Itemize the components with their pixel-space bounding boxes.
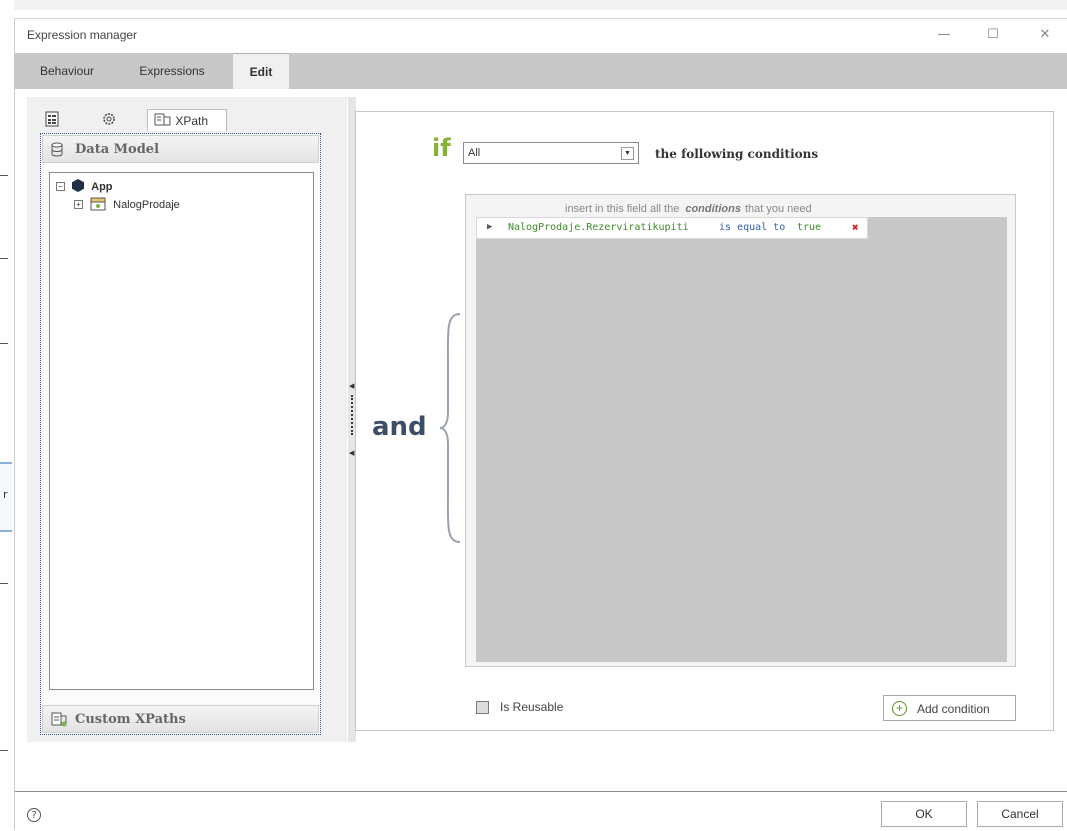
entity-icon: [90, 197, 106, 214]
data-model-frame: Data Model − App + NalogProdaje Custom X…: [40, 133, 321, 735]
splitter-arrow-icon: ◀: [349, 449, 355, 457]
and-label: and: [372, 412, 427, 442]
conditions-panel: if All ▼ the following conditions and in…: [355, 111, 1054, 731]
tree-item-nalogprodaje[interactable]: + NalogProdaje: [74, 197, 180, 214]
chevron-down-icon[interactable]: ▼: [621, 147, 634, 160]
background-app-edge: r: [0, 0, 14, 830]
minimize-button[interactable]: —: [932, 25, 956, 45]
database-icon: [51, 142, 63, 161]
xpath-tab-label: XPath: [175, 114, 209, 128]
condition-operator[interactable]: is equal to: [719, 222, 785, 233]
background-tick: [0, 750, 8, 751]
match-mode-value: All: [468, 147, 481, 159]
xpath-icon: [51, 712, 67, 731]
match-mode-select[interactable]: All ▼: [463, 142, 639, 164]
splitter-arrow-icon: ◀: [349, 382, 355, 390]
data-model-title: Data Model: [75, 142, 160, 157]
if-label: if: [432, 134, 451, 162]
add-condition-button[interactable]: + Add condition: [883, 695, 1016, 721]
conditions-drop-area[interactable]: ▶ NalogProdaje.Rezerviratikupiti is equa…: [476, 217, 1007, 662]
condition-value[interactable]: true: [797, 222, 821, 233]
data-model-panel: XPath Data Model − App + NalogProdaje Cu…: [27, 97, 356, 742]
tree-item-label: NalogProdaje: [113, 199, 180, 211]
background-tick: [0, 175, 8, 176]
dialog-footer: ? OK Cancel: [15, 791, 1067, 831]
reusable-label: Is Reusable: [500, 700, 564, 714]
conditions-box: insert in this field all the conditions th…: [465, 194, 1016, 667]
background-tick: [0, 258, 8, 259]
settings-gear-icon[interactable]: [101, 111, 117, 133]
close-button[interactable]: ✕: [1033, 25, 1057, 45]
tab-behaviour[interactable]: Behaviour: [27, 53, 107, 89]
play-icon[interactable]: ▶: [487, 222, 492, 232]
hint-suffix: that you need: [744, 203, 812, 215]
data-model-header[interactable]: Data Model: [42, 135, 319, 163]
background-edge-text: r: [3, 488, 8, 501]
brace-icon: [439, 313, 461, 543]
reusable-checkbox[interactable]: [476, 701, 489, 714]
hint-prefix: insert in this field all the: [565, 203, 680, 215]
following-conditions-label: the following conditions: [655, 147, 819, 161]
background-tick: [0, 343, 8, 344]
data-model-tree[interactable]: − App + NalogProdaje: [49, 172, 314, 690]
cancel-button[interactable]: Cancel: [977, 801, 1063, 827]
conditions-hint: insert in this field all the conditions th…: [565, 203, 812, 215]
add-icon: +: [892, 701, 907, 716]
title-bar: Expression manager — ☐ ✕: [15, 19, 1067, 53]
add-condition-label: Add condition: [917, 702, 990, 716]
tree-item-app[interactable]: − App: [56, 179, 113, 195]
expression-manager-dialog: Expression manager — ☐ ✕ Behaviour Expre…: [14, 18, 1067, 831]
condition-field[interactable]: NalogProdaje.Rezerviratikupiti: [508, 222, 689, 233]
collapse-icon[interactable]: −: [56, 182, 65, 191]
expand-icon[interactable]: +: [74, 200, 83, 209]
properties-tab-icon[interactable]: [45, 111, 59, 133]
hint-emphasis: conditions: [685, 203, 741, 215]
tab-edit[interactable]: Edit: [233, 53, 289, 89]
splitter-grip: [351, 395, 353, 435]
tab-xpath[interactable]: XPath: [147, 109, 227, 131]
window-title: Expression manager: [27, 28, 138, 42]
condition-row[interactable]: ▶ NalogProdaje.Rezerviratikupiti is equa…: [476, 217, 868, 239]
tab-bar: Behaviour Expressions Edit: [15, 53, 1067, 89]
delete-icon[interactable]: ✖: [852, 221, 859, 234]
tab-expressions[interactable]: Expressions: [127, 53, 217, 89]
background-tick: [0, 583, 8, 584]
tree-item-label: App: [91, 181, 113, 193]
edit-content: XPath Data Model − App + NalogProdaje Cu…: [15, 89, 1067, 794]
app-icon: [72, 179, 85, 195]
maximize-button[interactable]: ☐: [981, 25, 1005, 45]
background-top-strip: [0, 0, 1067, 10]
help-icon[interactable]: ?: [27, 808, 41, 822]
custom-xpaths-header[interactable]: Custom XPaths: [42, 705, 319, 733]
custom-xpaths-title: Custom XPaths: [75, 712, 186, 727]
ok-button[interactable]: OK: [881, 801, 967, 827]
